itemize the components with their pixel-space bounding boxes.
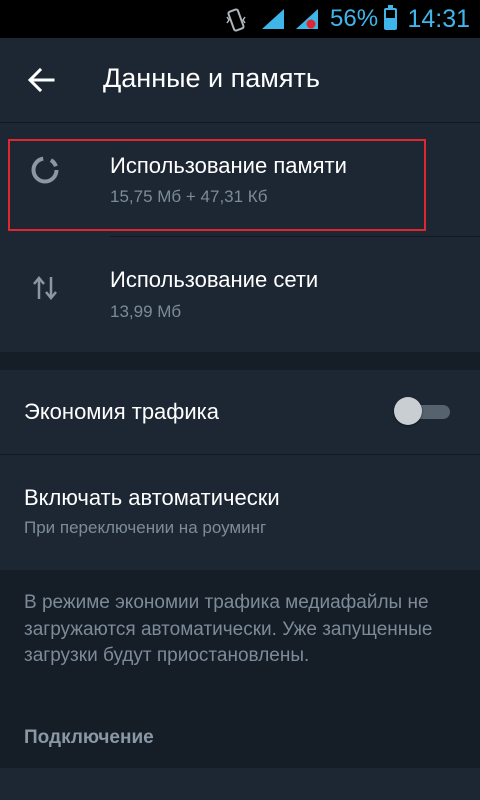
connection-section-header: Подключение [24, 727, 154, 748]
storage-usage-icon [31, 156, 59, 184]
next-section-row [0, 768, 480, 800]
page-title: Данные и память [103, 63, 320, 93]
info-text: В режиме экономии трафика медиафайлы не … [24, 592, 433, 666]
data-saver-info: В режиме экономии трафика медиафайлы не … [0, 570, 480, 768]
vibrate-icon [226, 8, 246, 32]
storage-usage-item[interactable]: Использование памяти 15,75 Мб + 47,31 Кб [0, 123, 480, 236]
section-gap [0, 352, 480, 370]
auto-enable-value: При переключении на роуминг [24, 518, 267, 537]
signal-icon [262, 9, 284, 29]
app-bar: Данные и память [0, 38, 480, 122]
status-bar: 56% 14:31 [0, 0, 480, 38]
network-usage-value: 13,99 Мб [110, 302, 182, 321]
network-usage-title: Использование сети [110, 267, 319, 292]
storage-usage-title: Использование памяти [110, 153, 347, 178]
data-saver-toggle[interactable] [394, 397, 450, 425]
network-usage-item[interactable]: Использование сети 13,99 Мб [0, 237, 480, 352]
clock: 14:31 [407, 5, 470, 33]
battery-percent: 56% [330, 5, 379, 32]
network-usage-icon [33, 276, 57, 300]
data-saver-label: Экономия трафика [24, 399, 220, 424]
signal-icon [296, 9, 318, 29]
arrow-back-icon[interactable] [26, 65, 56, 95]
auto-enable-label: Включать автоматически [24, 485, 280, 510]
battery-icon [384, 5, 397, 30]
auto-enable-row[interactable]: Включать автоматически При переключении … [0, 455, 480, 570]
storage-usage-value: 15,75 Мб + 47,31 Кб [110, 187, 268, 206]
